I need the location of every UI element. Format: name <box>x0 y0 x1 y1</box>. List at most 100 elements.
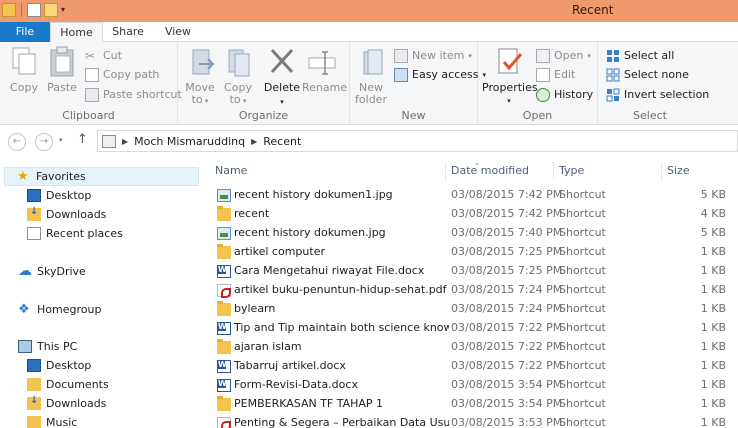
breadcrumb-recent[interactable]: Recent <box>263 135 301 148</box>
paste-shortcut-label: Paste shortcut <box>103 88 182 101</box>
nav-favorites[interactable]: ★ Favorites <box>4 167 199 186</box>
copy-button[interactable]: Copy <box>4 46 44 94</box>
nav-fav-downloads[interactable]: Downloads <box>27 205 106 224</box>
rename-button[interactable]: Rename <box>302 46 347 94</box>
column-header-date-modified[interactable]: Date modified <box>451 160 529 182</box>
address-bar[interactable]: ▶ Moch Mismaruddinq ▶ Recent <box>97 130 738 152</box>
tab-file[interactable]: File <box>0 22 50 42</box>
file-row[interactable]: artikel computer 03/08/2015 7:25 PM Shortc… <box>213 243 738 262</box>
delete-button[interactable]: Delete ▾ <box>262 46 302 108</box>
nav-this-pc-label: This PC <box>37 340 78 353</box>
file-row[interactable]: Tip and Tip maintain both science knowl.… <box>213 319 738 338</box>
recent-locations-chevron-icon[interactable]: ▾ <box>59 136 63 144</box>
nav-fav-desktop[interactable]: Desktop <box>27 186 91 205</box>
folder-icon <box>217 396 231 411</box>
nav-this-pc[interactable]: This PC <box>18 337 77 356</box>
cut-button[interactable]: ✂ Cut <box>85 47 122 65</box>
breadcrumb-chevron-icon[interactable]: ▶ <box>122 137 128 146</box>
select-none-button[interactable]: Select none <box>606 66 689 84</box>
new-folder-icon[interactable] <box>44 3 58 17</box>
new-item-chevron-icon: ▾ <box>468 52 472 60</box>
open-chevron-icon: ▾ <box>587 52 591 60</box>
file-row[interactable]: Penting & Segera – Perbaikan Data Usula.… <box>213 414 738 428</box>
move-to-label-line2: to <box>191 93 203 106</box>
select-all-button[interactable]: Select all <box>606 47 674 65</box>
recent-places-icon <box>27 227 41 240</box>
paste-button[interactable]: Paste <box>42 46 82 94</box>
explorer-icon[interactable] <box>2 3 16 17</box>
customize-qat-chevron-icon[interactable]: ▾ <box>61 3 69 17</box>
nav-fav-downloads-label: Downloads <box>46 208 107 221</box>
forward-button[interactable]: → <box>35 133 53 151</box>
paste-shortcut-button[interactable]: Paste shortcut <box>85 86 182 104</box>
file-name: bylearn <box>234 302 276 315</box>
file-row[interactable]: PEMBERKASAN TF TAHAP 1 03/08/2015 3:54 PM… <box>213 395 738 414</box>
file-size: 1 KB <box>700 378 726 391</box>
column-header-name[interactable]: Name <box>215 160 247 182</box>
new-group: New folder New item ▾ Easy access ▾ New <box>350 42 486 125</box>
file-row[interactable]: bylearn 03/08/2015 7:24 PM Shortcut 1 KB <box>213 300 738 319</box>
back-button[interactable]: ← <box>8 133 26 151</box>
file-row[interactable]: Form-Revisi-Data.docx 03/08/2015 3:54 PMS… <box>213 376 738 395</box>
breadcrumb-chevron-icon[interactable]: ▶ <box>251 137 257 146</box>
nav-favorites-label: Favorites <box>36 170 86 183</box>
easy-access-button[interactable]: Easy access ▾ <box>394 66 486 84</box>
column-header-type[interactable]: Type <box>559 160 584 182</box>
column-header-size[interactable]: Size <box>667 160 690 182</box>
file-row[interactable]: Cara Mengetahui riwayat File.docx 03/08/2… <box>213 262 738 281</box>
properties-button[interactable]: Properties ▾ <box>482 46 538 107</box>
file-name: ajaran islam <box>234 340 302 353</box>
up-button[interactable]: ↑ <box>77 132 88 147</box>
move-to-button[interactable]: Move to ▾ <box>180 46 220 107</box>
invert-selection-button[interactable]: Invert selection <box>606 86 709 104</box>
file-row[interactable]: recent history dokumen1.jpg 03/08/2015 7:… <box>213 186 738 205</box>
rename-label: Rename <box>302 81 348 94</box>
file-size: 1 KB <box>700 302 726 315</box>
file-row[interactable]: artikel buku-penuntun-hidup-sehat.pdf 03/… <box>213 281 738 300</box>
breadcrumb-user[interactable]: Moch Mismaruddinq <box>134 135 245 148</box>
file-type: Shortcut <box>559 188 606 201</box>
forward-arrow-icon: → <box>39 136 49 147</box>
file-type: Shortcut <box>559 321 606 334</box>
file-name: Penting & Segera – Perbaikan Data Usula.… <box>234 416 449 428</box>
nav-fav-recent-places[interactable]: Recent places <box>27 224 123 243</box>
file-name: Tip and Tip maintain both science knowl.… <box>234 321 449 334</box>
folder-icon <box>217 339 231 354</box>
delete-chevron-icon: ▾ <box>280 98 284 106</box>
nav-pc-downloads[interactable]: Downloads <box>27 394 106 413</box>
column-divider[interactable] <box>661 162 662 180</box>
nav-pc-desktop[interactable]: Desktop <box>27 356 91 375</box>
easy-access-label: Easy access <box>412 68 479 81</box>
computer-icon <box>18 340 32 353</box>
file-type: Shortcut <box>559 283 606 296</box>
column-divider[interactable] <box>445 162 446 180</box>
file-type: Shortcut <box>559 340 606 353</box>
clipboard-group-label: Clipboard <box>62 109 115 122</box>
column-divider[interactable] <box>553 162 554 180</box>
nav-pc-documents[interactable]: Documents <box>27 375 109 394</box>
tab-share[interactable]: Share <box>103 22 153 42</box>
file-row[interactable]: Tabarruj artikel.docx 03/08/2015 7:22 PMS… <box>213 357 738 376</box>
tab-home[interactable]: Home <box>50 22 103 43</box>
file-date-modified: 03/08/2015 7:22 PM <box>451 340 563 353</box>
up-arrow-icon: ↑ <box>77 132 88 147</box>
file-date-modified: 03/08/2015 7:24 PM <box>451 302 563 315</box>
file-row[interactable]: recent history dokumen.jpg 03/08/2015 7:4… <box>213 224 738 243</box>
nav-skydrive[interactable]: ☁ SkyDrive <box>18 262 86 281</box>
edit-button[interactable]: Edit <box>536 66 575 84</box>
downloads-icon <box>27 395 41 410</box>
ribbon: Copy Paste ✂ Cut Copy path Paste shortcu… <box>0 42 738 125</box>
tab-view[interactable]: View <box>153 22 203 42</box>
copy-path-button[interactable]: Copy path <box>85 66 159 84</box>
file-row[interactable]: ajaran islam 03/08/2015 7:22 PM Shortcut 1 … <box>213 338 738 357</box>
properties-icon[interactable] <box>27 3 41 17</box>
file-row[interactable]: recent 03/08/2015 7:42 PM Shortcut 4 KB <box>213 205 738 224</box>
copy-to-button[interactable]: Copy to ▾ <box>218 46 258 107</box>
new-folder-button[interactable]: New folder <box>351 46 391 106</box>
history-button[interactable]: History <box>536 86 593 104</box>
new-item-button[interactable]: New item ▾ <box>394 47 472 65</box>
open-button[interactable]: Open ▾ <box>536 47 591 65</box>
word-document-icon <box>217 322 231 335</box>
nav-homegroup[interactable]: ❖ Homegroup <box>18 300 101 319</box>
nav-pc-music[interactable]: Music <box>27 413 77 428</box>
